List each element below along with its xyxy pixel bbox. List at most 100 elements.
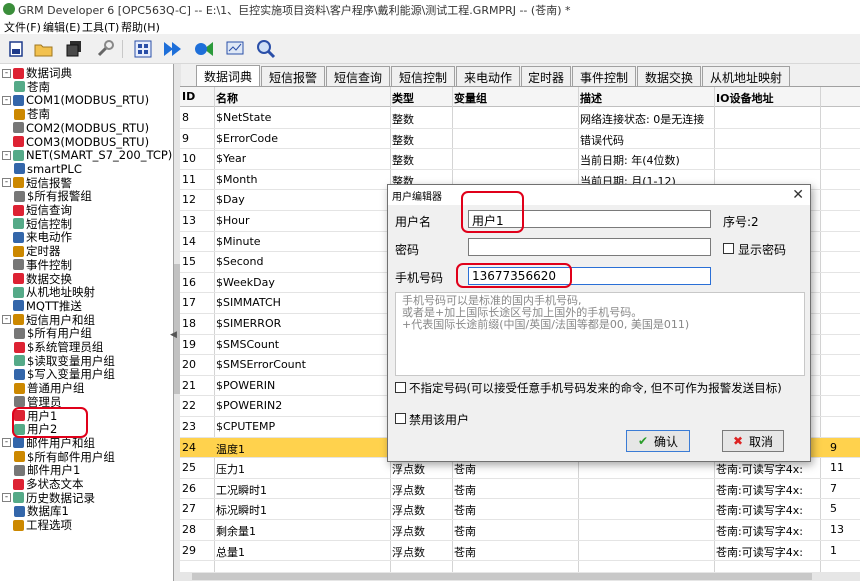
table-cell: 错误代码 — [580, 133, 624, 147]
table-cell: 苍南:可读写字4x: — [716, 545, 803, 559]
tab[interactable]: 数据词典 — [196, 65, 260, 87]
table-cell: 压力1 — [216, 463, 245, 477]
collapse-icon[interactable]: - — [2, 315, 11, 325]
node-icon — [13, 300, 24, 312]
collapse-icon[interactable]: - — [2, 95, 11, 105]
table-cell: 15 — [182, 255, 196, 269]
table-row[interactable]: 28 剩余量1 浮点数 苍南 苍南:可读写字4x: 13 — [180, 520, 860, 541]
upload-icon[interactable] — [193, 38, 215, 60]
column-header[interactable]: 变量组 — [454, 90, 487, 106]
tree-item[interactable]: - COM1(MODBUS_RTU) — [2, 93, 149, 107]
table-cell: 14 — [182, 234, 196, 248]
collapse-icon[interactable]: - — [2, 493, 11, 503]
table-cell: 苍南 — [454, 483, 476, 497]
highlight-mark — [456, 263, 572, 288]
table-cell: 27 — [182, 502, 196, 516]
tree-item-label: 工程选项 — [26, 518, 72, 533]
node-icon — [13, 245, 24, 257]
tree-item[interactable]: COM2(MODBUS_RTU) — [2, 121, 149, 135]
collapse-icon[interactable]: - — [2, 68, 11, 78]
password-field[interactable] — [468, 238, 711, 256]
collapse-icon[interactable]: - — [2, 438, 11, 448]
table-cell: 22 — [182, 399, 196, 413]
download-icon[interactable] — [162, 38, 184, 60]
search-icon[interactable] — [255, 38, 277, 60]
column-header[interactable]: 描述 — [580, 90, 602, 106]
table-cell: 13 — [830, 523, 844, 536]
show-password-checkbox[interactable] — [723, 243, 734, 254]
column-header[interactable]: IO设备地址 — [716, 90, 773, 106]
node-icon — [14, 355, 25, 367]
node-icon — [14, 341, 25, 353]
tab[interactable]: 短信报警 — [261, 66, 325, 86]
table-cell: 标况瞬时1 — [216, 504, 267, 518]
column-header[interactable]: ID — [182, 90, 195, 103]
table-cell: 整数 — [392, 154, 414, 168]
table-cell: $SIMMATCH — [216, 296, 281, 310]
table-cell: $POWERIN — [216, 378, 276, 392]
monitor-icon[interactable] — [224, 38, 246, 60]
new-icon[interactable] — [5, 38, 27, 60]
table-cell: 苍南 — [454, 545, 476, 559]
phone-help-text: 手机号码可以是标准的国内手机号码, 或者是+加上国际长途区号加上国外的手机号码。… — [395, 292, 805, 376]
table-cell: $Year — [216, 152, 247, 166]
menu-help[interactable]: 帮助(H) — [121, 19, 160, 35]
collapse-icon[interactable]: - — [2, 178, 11, 188]
disable-user-checkbox[interactable] — [395, 413, 406, 424]
table-cell: 当前日期: 年(4位数) — [580, 154, 680, 168]
menu-tools[interactable]: 工具(T) — [82, 19, 119, 35]
table-cell: $SMSCount — [216, 337, 280, 351]
settings-icon[interactable] — [94, 38, 116, 60]
table-cell: $Second — [216, 255, 264, 269]
table-cell: 浮点数 — [392, 504, 425, 518]
close-icon[interactable]: ✕ — [792, 187, 804, 203]
tab[interactable]: 事件控制 — [572, 66, 636, 86]
table-cell: $CPUTEMP — [216, 420, 276, 433]
tree-item[interactable]: 苍南 — [14, 80, 50, 94]
table-cell: 温度1 — [216, 442, 245, 456]
ok-button[interactable]: ✔ 确认 — [626, 430, 690, 452]
menu-file[interactable]: 文件(F) — [4, 19, 41, 35]
scrollbar-thumb[interactable] — [192, 573, 812, 580]
table-row[interactable]: 26 工况瞬时1 浮点数 苍南 苍南:可读写字4x: 7 — [180, 479, 860, 500]
node-icon — [13, 259, 24, 271]
tree-item[interactable]: 工程选项 — [2, 518, 72, 532]
node-icon — [13, 437, 24, 449]
table-row[interactable]: 10 $Year 整数 当前日期: 年(4位数) — [180, 149, 860, 170]
open-icon[interactable] — [33, 38, 55, 60]
column-header[interactable]: 名称 — [216, 90, 238, 106]
table-row[interactable]: 29 总量1 浮点数 苍南 苍南:可读写字4x: 1 — [180, 541, 860, 562]
toolbar-separator — [122, 40, 123, 58]
menu-edit[interactable]: 编辑(E) — [43, 19, 81, 35]
save-all-icon[interactable] — [63, 38, 85, 60]
table-cell: 16 — [182, 275, 196, 289]
compile-icon[interactable] — [132, 38, 154, 60]
cancel-button[interactable]: ✖ 取消 — [722, 430, 784, 452]
splitter-arrow[interactable]: ◀ — [170, 330, 177, 340]
table-row[interactable]: 27 标况瞬时1 浮点数 苍南 苍南:可读写字4x: 5 — [180, 499, 860, 520]
tab[interactable]: 从机地址映射 — [702, 66, 790, 86]
table-row[interactable]: 8 $NetState 整数 网络连接状态: 0是无连接 — [180, 108, 860, 129]
tab[interactable]: 定时器 — [521, 66, 571, 86]
grid-hscrollbar[interactable] — [180, 572, 860, 581]
collapse-icon[interactable]: - — [2, 150, 11, 160]
password-label: 密码 — [395, 243, 420, 257]
node-icon — [13, 314, 24, 326]
unspecified-number-checkbox[interactable] — [395, 382, 406, 393]
tree-item[interactable]: - NET(SMART_S7_200_TCP) — [2, 148, 172, 162]
tab[interactable]: 数据交换 — [637, 66, 701, 86]
tree-item[interactable]: COM3(MODBUS_RTU) — [2, 135, 149, 149]
table-cell: 18 — [182, 317, 196, 330]
disable-user-label: 禁用该用户 — [409, 413, 470, 427]
tab[interactable]: 来电动作 — [456, 66, 520, 86]
tree-item[interactable]: 苍南 — [14, 107, 50, 121]
tab[interactable]: 短信查询 — [326, 66, 390, 86]
node-icon — [14, 327, 25, 339]
table-cell: 苍南 — [454, 504, 476, 518]
node-icon — [13, 478, 24, 490]
tab[interactable]: 短信控制 — [391, 66, 455, 86]
table-row[interactable]: 9 $ErrorCode 整数 错误代码 — [180, 129, 860, 150]
tree-item-label: COM3(MODBUS_RTU) — [26, 134, 150, 149]
toolbar — [0, 34, 860, 64]
column-header[interactable]: 类型 — [392, 90, 414, 106]
